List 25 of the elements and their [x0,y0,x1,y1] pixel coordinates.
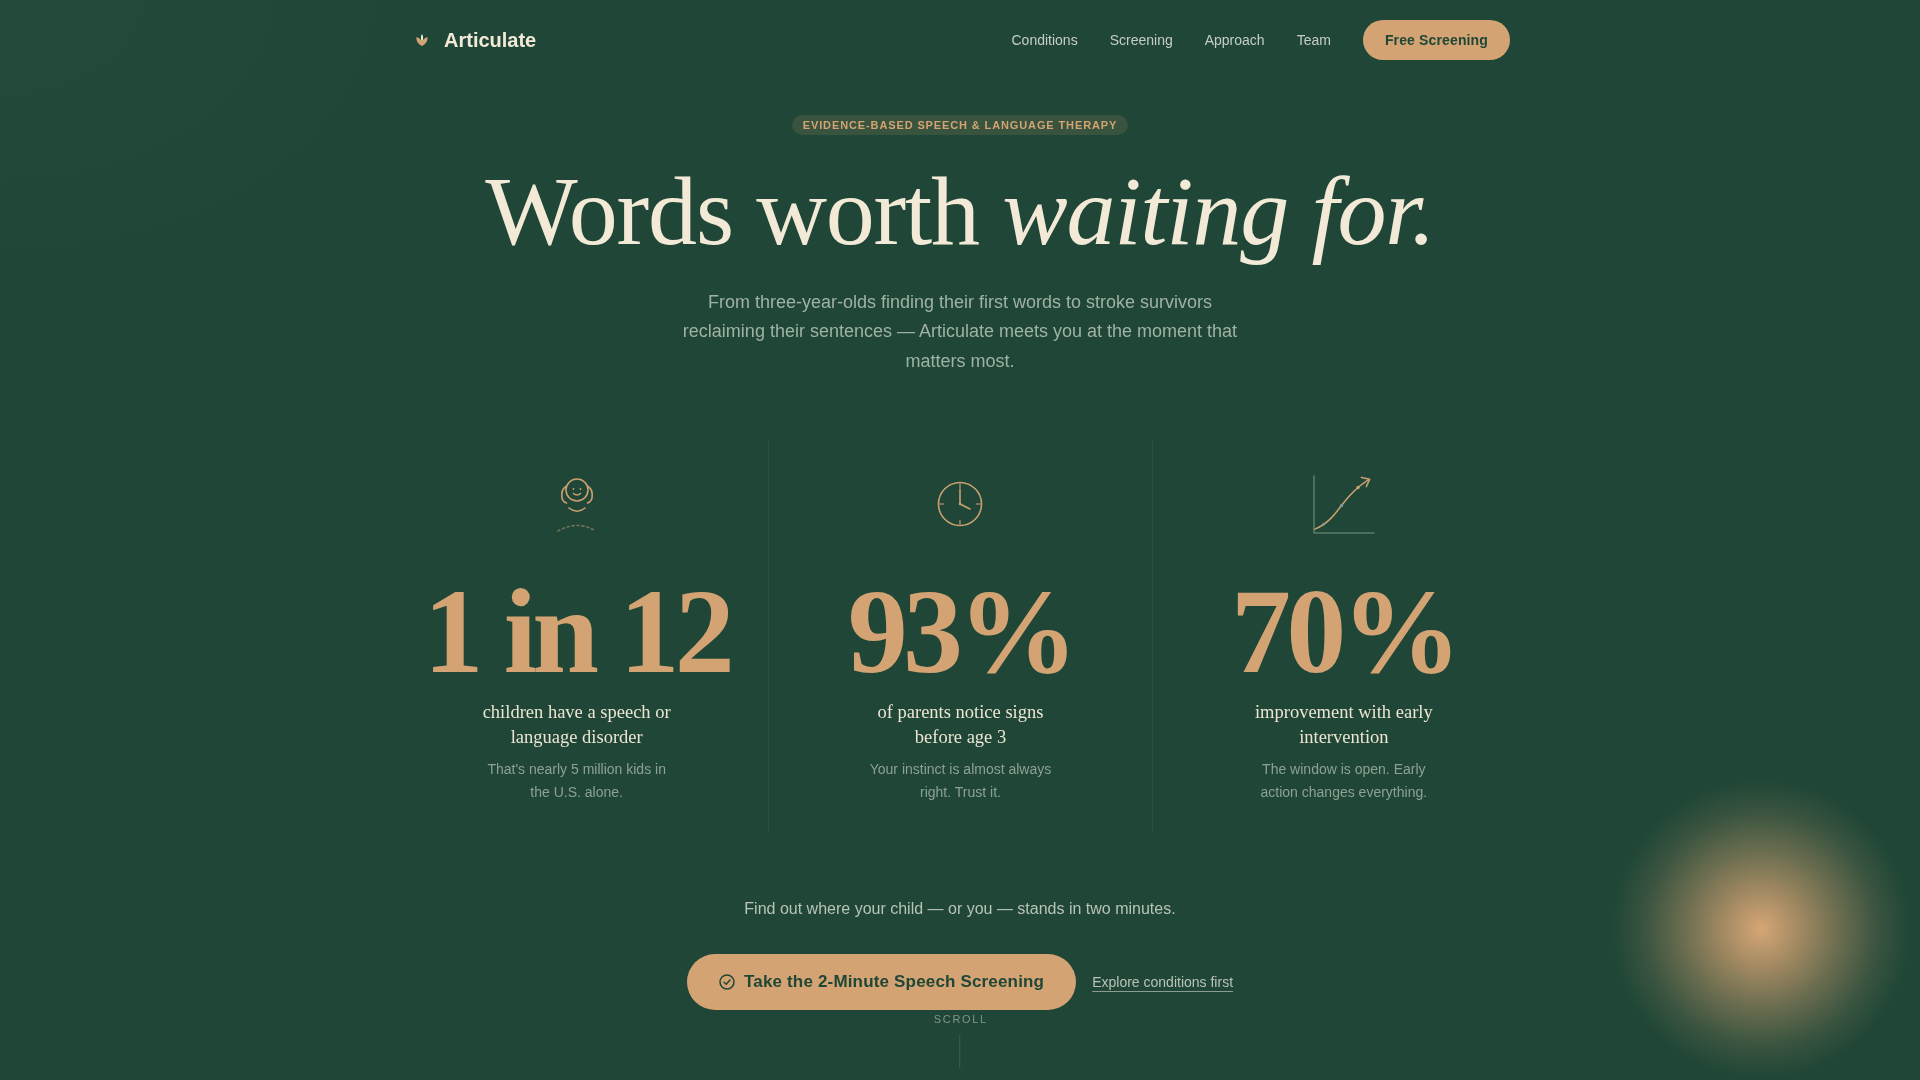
free-screening-button[interactable]: Free Screening [1362,20,1510,60]
stat-value: 93% [847,572,1074,693]
stat-note: The window is open. Early action changes everything. [1259,760,1429,803]
brand-name[interactable]: Articulate [444,28,537,52]
check-circle-icon [718,974,735,991]
nav-link[interactable]: Approach [1204,32,1265,48]
nav-link[interactable]: Team [1296,32,1331,48]
stat-note: That's nearly 5 million kids in the U.S. alone. [486,760,667,803]
stat-label: of parents notice signs before age 3 [876,701,1045,750]
stat-label: children have a speech or language disorder [481,701,672,750]
nav-link[interactable]: Screening [1109,32,1173,48]
explore-conditions-link[interactable]: Explore conditions first [1092,974,1234,991]
screening-button[interactable]: Take the 2-Minute Speech Screening [686,954,1077,1011]
hero-subtitle: From three-year-olds finding their first words to stroke survivors reclaiming their sentences — Articulate meets you at the moment that matters most. [681,290,1239,373]
stat-label: improvement with early intervention [1253,701,1434,750]
stat-value: 70% [1231,572,1457,693]
stat-value: 1 in 12 [423,572,730,693]
rising-chart-icon [1312,474,1375,535]
cta-prompt: Find out where your child — or you — stands in two minutes. [744,899,1176,920]
clock-icon [937,481,984,528]
scroll-hint: SCROLL [932,1012,988,1026]
nav-link[interactable]: Conditions [1011,32,1078,48]
category-badge: EVIDENCE-BASED SPEECH & LANGUAGE THERAPY [791,115,1129,135]
hero-headline: Words worth waiting for. [485,158,1435,266]
stat-note: Your instinct is almost always right. Trust it. [868,760,1053,803]
